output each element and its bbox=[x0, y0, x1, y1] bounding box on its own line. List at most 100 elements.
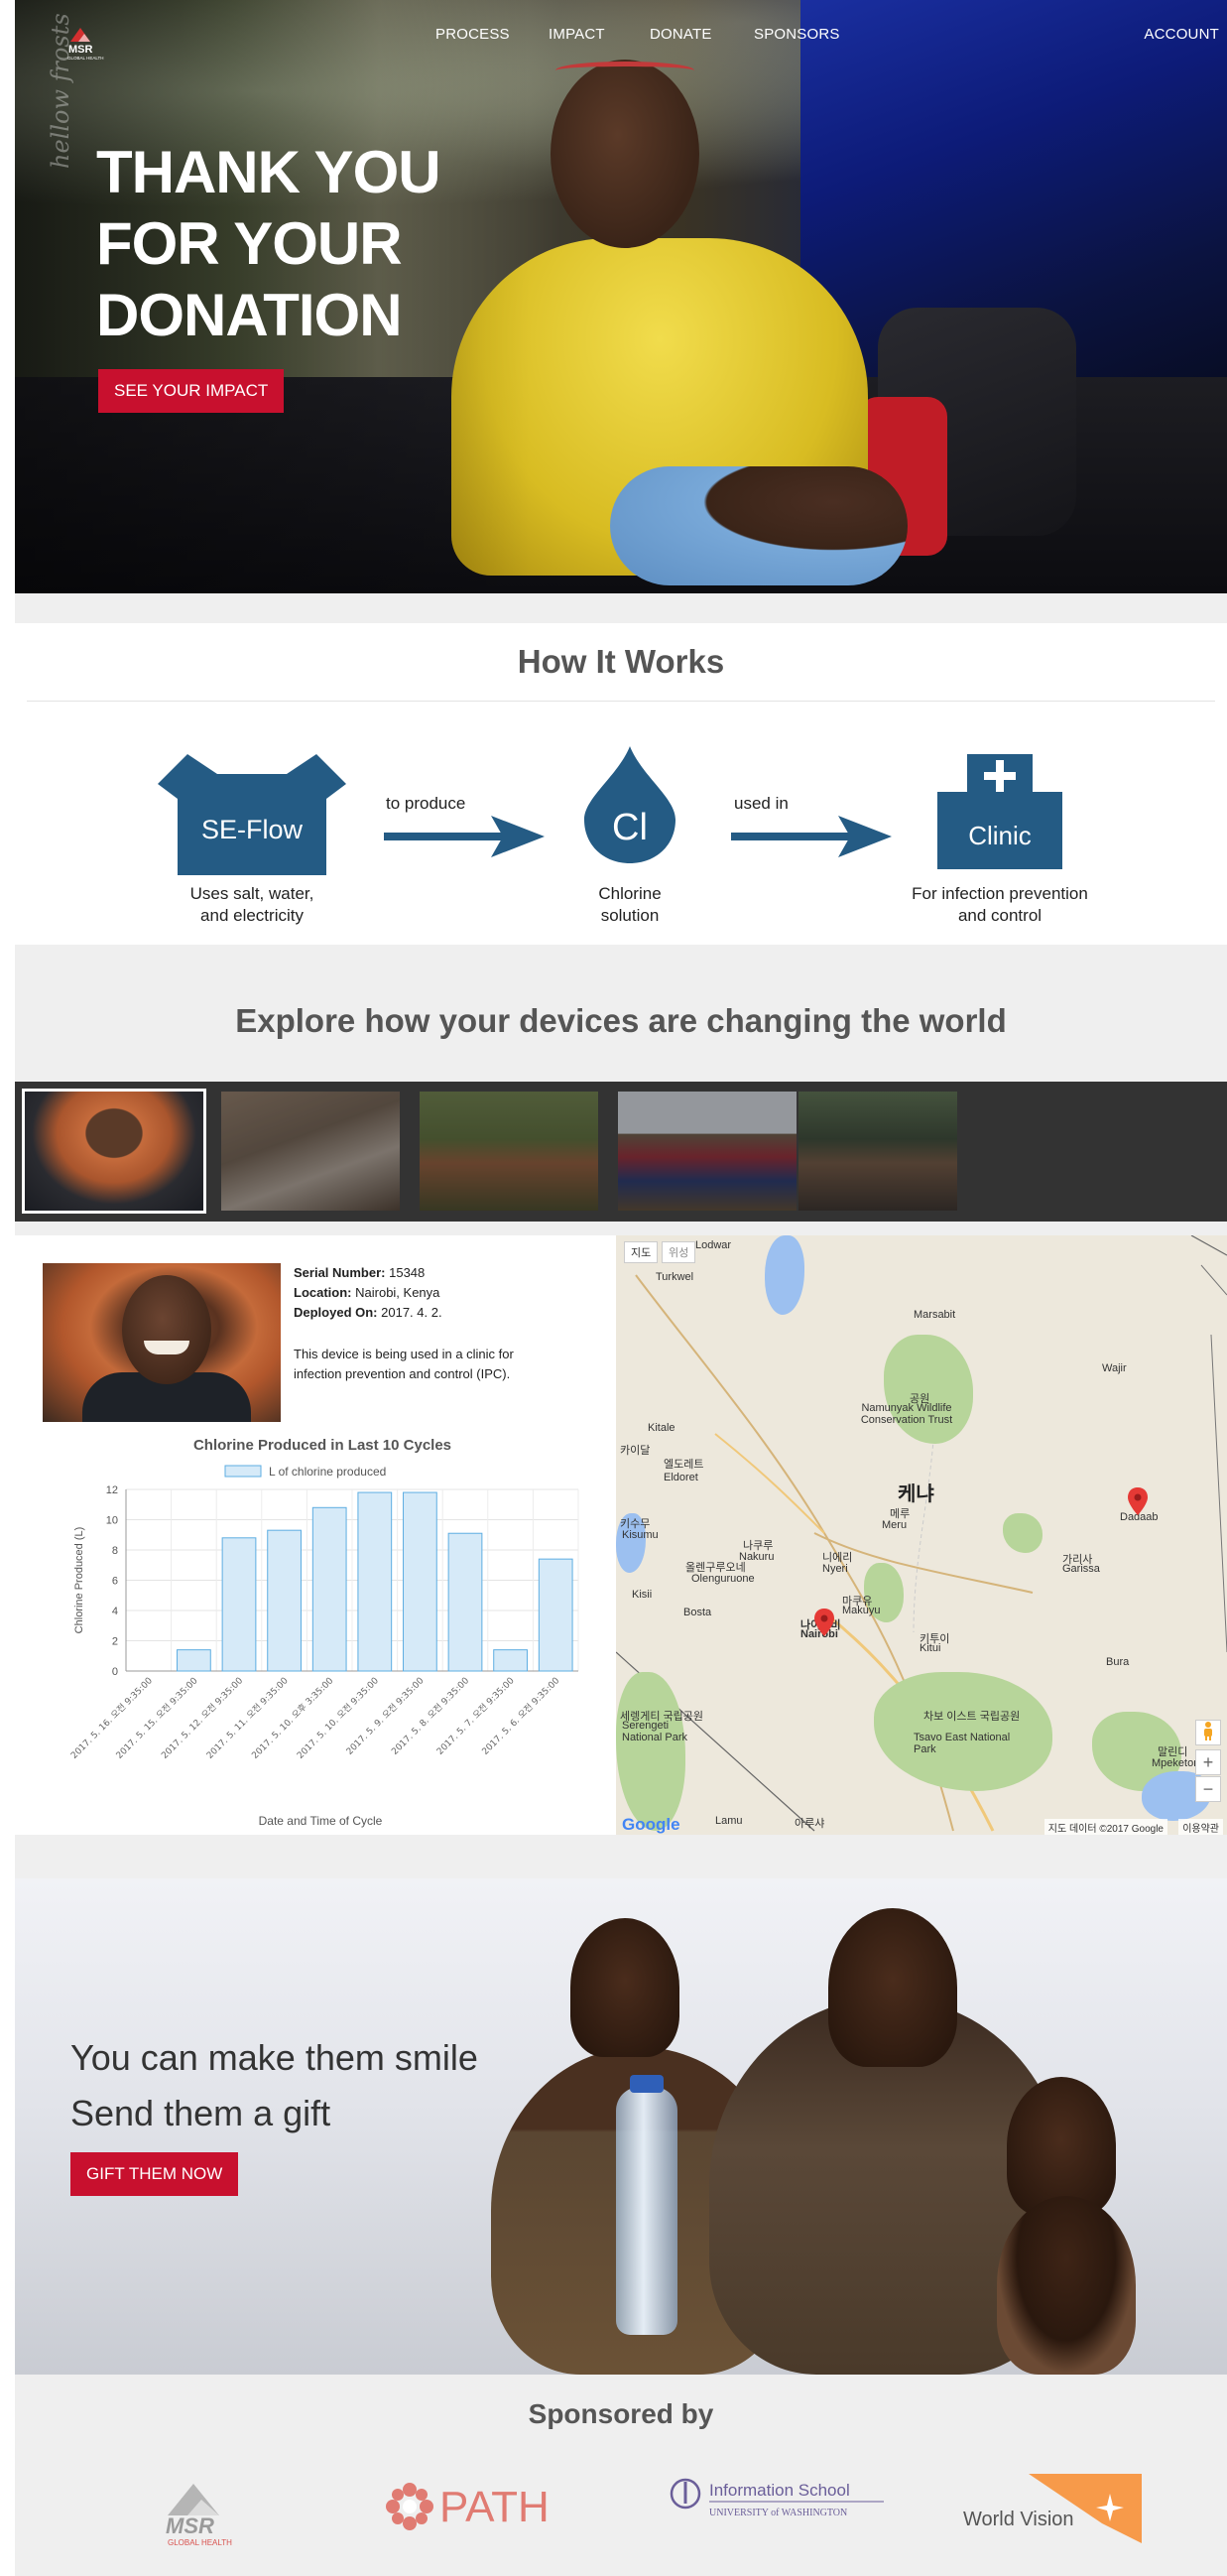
sponsors-title: Sponsored by bbox=[528, 2398, 714, 2429]
how-it-works-title: How It Works bbox=[517, 643, 725, 680]
deployed-on: Deployed On: 2017. 4. 2. bbox=[294, 1305, 442, 1320]
device-location: Location: Nairobi, Kenya bbox=[294, 1285, 440, 1300]
clinic-icon: Clinic bbox=[937, 754, 1062, 869]
x-tick-label: 2017. 5. 15. 오전 9:35:00 bbox=[114, 1675, 200, 1761]
x-tick-label: 2017. 5. 7. 오전 9:35:00 bbox=[434, 1675, 517, 1757]
y-tick-label: 2 bbox=[112, 1636, 118, 1648]
sponsor-msr-logo[interactable]: MSR GLOBAL HEALTH bbox=[148, 2478, 253, 2551]
y-axis-label: Chlorine Produced (L) bbox=[73, 1527, 85, 1634]
device-description: This device is being used in a clinic fo… bbox=[294, 1347, 514, 1381]
explore-title: Explore how your devices are changing th… bbox=[235, 1002, 1007, 1039]
sponsor-world-vision-logo[interactable]: World Vision bbox=[963, 2474, 1152, 2549]
see-your-impact-button[interactable]: SEE YOUR IMPACT bbox=[98, 369, 285, 413]
map-credit: 지도 데이터 ©2017 Google bbox=[1043, 1819, 1167, 1835]
device-map[interactable]: 지도 위성 Lodwar Turkwel Marsabit Wajir Kita… bbox=[616, 1235, 1227, 1835]
top-nav: MSR GLOBAL HEALTH PROCESS IMPACT DONATE … bbox=[15, 0, 1227, 69]
nav-process[interactable]: PROCESS bbox=[435, 26, 510, 43]
svg-text:PATH: PATH bbox=[439, 2483, 550, 2531]
thumbnail-people-in-red[interactable] bbox=[618, 1092, 797, 1211]
gift-banner: You can make them smile Send them a gift… bbox=[15, 1878, 1227, 2375]
map-pin-nairobi-icon[interactable] bbox=[814, 1609, 834, 1636]
google-logo: Google bbox=[622, 1815, 680, 1834]
gift-them-now-button[interactable]: GIFT THEM NOW bbox=[70, 2152, 239, 2196]
y-tick-label: 12 bbox=[106, 1484, 118, 1496]
svg-text:SE-Flow: SE-Flow bbox=[201, 815, 304, 844]
y-tick-label: 10 bbox=[106, 1515, 118, 1527]
y-tick-label: 6 bbox=[112, 1576, 118, 1588]
water-bottle bbox=[616, 2087, 677, 2335]
street-view-pegman-icon[interactable] bbox=[1195, 1720, 1221, 1745]
bar bbox=[311, 1506, 347, 1672]
nav-donate[interactable]: DONATE bbox=[650, 26, 712, 43]
device-detail-panel: Serial Number: 15348 Location: Nairobi, … bbox=[15, 1235, 1227, 1835]
chlorine-drop-icon: Cl bbox=[584, 746, 675, 863]
thumbnail-boy-smiling[interactable] bbox=[22, 1089, 206, 1214]
x-tick-label: 2017. 5. 11. 오전 9:35:00 bbox=[204, 1675, 291, 1761]
bar bbox=[403, 1491, 437, 1672]
hero-script-watermark: hellow frosts bbox=[47, 13, 74, 169]
y-tick-label: 8 bbox=[112, 1545, 118, 1557]
sponsors-section: Sponsored by MSR GLOBAL HEALTH PATH Info… bbox=[15, 2375, 1227, 2576]
bar bbox=[221, 1537, 257, 1672]
x-axis-label: Date and Time of Cycle bbox=[259, 1814, 383, 1828]
map-pin-dadaab-icon[interactable] bbox=[1128, 1487, 1148, 1515]
x-tick-label: 2017. 5. 6. 오전 9:35:00 bbox=[480, 1675, 562, 1757]
gift-line-2: Send them a gift bbox=[70, 2093, 331, 2133]
sponsor-path-logo[interactable]: PATH bbox=[386, 2480, 590, 2533]
sponsor-uw-ischool-logo[interactable]: Information School UNIVERSITY of WASHING… bbox=[670, 2476, 888, 2525]
nav-impact[interactable]: IMPACT bbox=[549, 26, 605, 43]
svg-text:UNIVERSITY of WASHINGTON: UNIVERSITY of WASHINGTON bbox=[709, 2508, 847, 2518]
map-tab-map[interactable]: 지도 bbox=[624, 1241, 659, 1263]
serial-number: Serial Number: 15348 bbox=[294, 1265, 426, 1280]
chlorine-chart: Chlorine Produced in Last 10 Cycles L of … bbox=[43, 1432, 598, 1829]
x-tick-label: 2017. 5. 9. 오전 9:35:00 bbox=[344, 1675, 427, 1757]
svg-text:MSR: MSR bbox=[166, 2513, 214, 2538]
hero-title: THANK YOU FOR YOUR DONATION bbox=[96, 139, 441, 348]
svg-text:Cl: Cl bbox=[612, 807, 648, 848]
bar bbox=[447, 1532, 483, 1672]
y-tick-label: 4 bbox=[112, 1606, 118, 1617]
svg-text:GLOBAL HEALTH: GLOBAL HEALTH bbox=[168, 2538, 232, 2547]
bar bbox=[177, 1649, 211, 1672]
arrow-right-icon bbox=[384, 816, 545, 857]
step-caption-clinic: For infection prevention and control bbox=[912, 884, 1088, 925]
x-tick-label: 2017. 5. 10. 오전 9:35:00 bbox=[295, 1675, 381, 1761]
svg-text:World Vision: World Vision bbox=[963, 2509, 1074, 2530]
arrow-right-icon bbox=[731, 816, 892, 857]
chart-title: Chlorine Produced in Last 10 Cycles bbox=[193, 1437, 451, 1454]
device-photo bbox=[43, 1263, 281, 1422]
how-it-works-section: How It Works SE-Flow Uses salt, water, a… bbox=[15, 623, 1227, 945]
bar bbox=[357, 1491, 393, 1672]
map-terms-link[interactable]: 이용약관 bbox=[1178, 1819, 1223, 1835]
map-tab-satellite[interactable]: 위성 bbox=[662, 1241, 696, 1263]
x-tick-label: 2017. 5. 10. 오후 3:35:00 bbox=[250, 1675, 336, 1761]
bar bbox=[538, 1558, 573, 1672]
map-zoom-in-button[interactable]: + bbox=[1195, 1749, 1221, 1775]
arrow-label-used-in: used in bbox=[734, 794, 789, 813]
thumbnail-woman-washing[interactable] bbox=[221, 1092, 400, 1211]
bar bbox=[267, 1529, 302, 1672]
thumbnail-group-outdoors[interactable] bbox=[420, 1092, 598, 1211]
legend-label: L of chlorine produced bbox=[269, 1465, 386, 1479]
nav-sponsors[interactable]: SPONSORS bbox=[754, 26, 840, 43]
step-caption-chlorine: Chlorine solution bbox=[598, 884, 662, 925]
y-tick-label: 0 bbox=[112, 1666, 118, 1678]
nav-account[interactable]: ACCOUNT bbox=[1144, 26, 1219, 43]
gift-line-1: You can make them smile bbox=[70, 2037, 478, 2078]
map-country-label: 케냐 bbox=[898, 1483, 934, 1505]
x-tick-label: 2017. 5. 8. 오전 9:35:00 bbox=[390, 1675, 472, 1757]
x-tick-label: 2017. 5. 16. 오전 9:35:00 bbox=[68, 1675, 155, 1761]
thumbnail-children-group[interactable] bbox=[798, 1092, 957, 1211]
bar bbox=[493, 1649, 528, 1672]
svg-text:Information School: Information School bbox=[709, 2481, 850, 2500]
photo-filmstrip bbox=[15, 1082, 1227, 1222]
x-tick-label: 2017. 5. 12. 오전 9:35:00 bbox=[160, 1675, 246, 1761]
se-flow-device-icon: SE-Flow bbox=[158, 754, 346, 875]
svg-text:Clinic: Clinic bbox=[968, 821, 1032, 850]
map-zoom-out-button[interactable]: − bbox=[1195, 1776, 1221, 1802]
step-caption-se-flow: Uses salt, water, and electricity bbox=[189, 884, 314, 925]
hero-banner: MSR GLOBAL HEALTH PROCESS IMPACT DONATE … bbox=[15, 0, 1227, 593]
legend-swatch bbox=[224, 1465, 262, 1478]
arrow-label-to-produce: to produce bbox=[386, 794, 466, 813]
page: MSR GLOBAL HEALTH PROCESS IMPACT DONATE … bbox=[15, 0, 1227, 2576]
